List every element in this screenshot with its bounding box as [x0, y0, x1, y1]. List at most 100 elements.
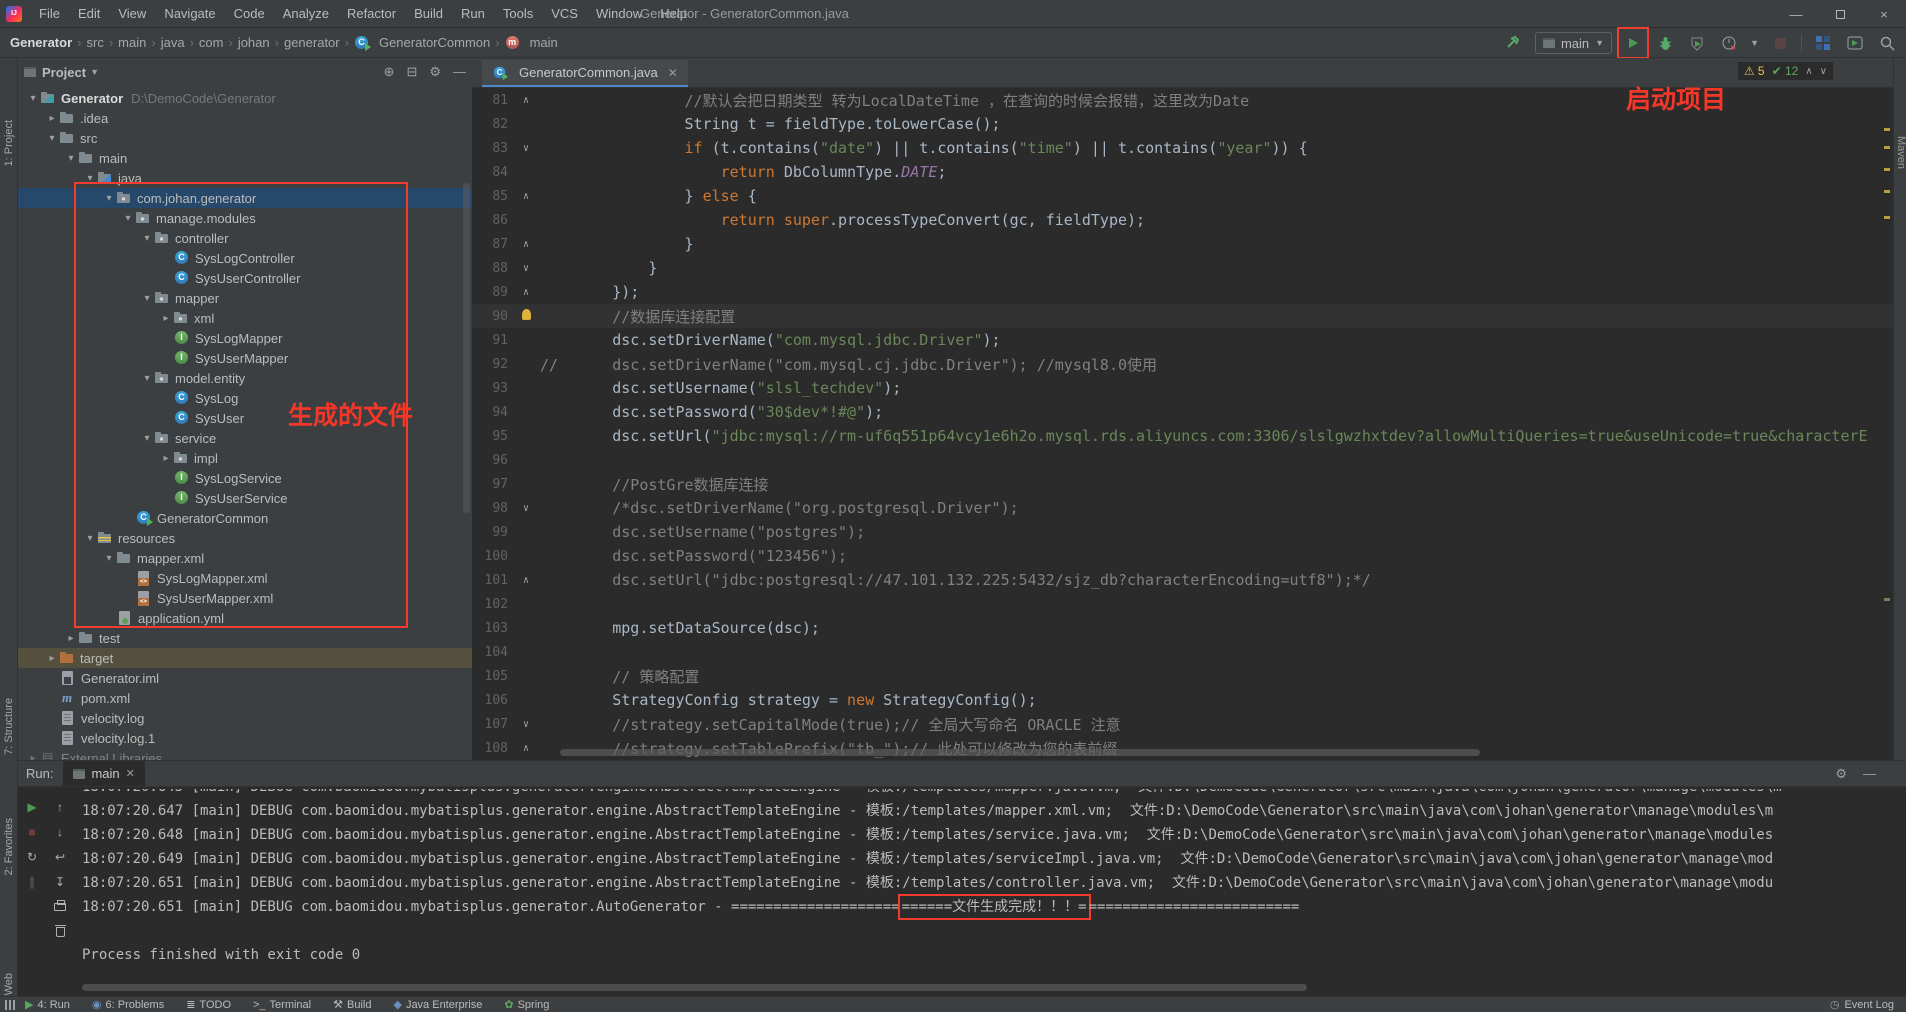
- code-text[interactable]: dsc.setDriverName("com.mysql.jdbc.Driver…: [540, 331, 1893, 349]
- tree-item-sysusermapper-xml[interactable]: SysUserMapper.xml: [18, 588, 472, 608]
- console-settings-gear-icon[interactable]: ⚙: [1835, 766, 1847, 782]
- fold-marker-icon[interactable]: ∧: [512, 287, 540, 298]
- chevron-right-icon[interactable]: ▸: [64, 633, 78, 644]
- chevron-down-icon[interactable]: ▾: [140, 373, 154, 384]
- build-hammer-icon[interactable]: [1503, 32, 1525, 54]
- error-stripe[interactable]: [1883, 98, 1891, 750]
- breadcrumb-java[interactable]: java: [161, 35, 185, 50]
- chevron-down-icon[interactable]: ▾: [64, 153, 78, 164]
- fold-marker-icon[interactable]: ∨: [512, 143, 540, 154]
- menu-refactor[interactable]: Refactor: [338, 0, 405, 28]
- warning-icon[interactable]: ⚠ 5: [1744, 64, 1765, 78]
- tree-item-external-libraries[interactable]: ▸External Libraries: [18, 748, 472, 760]
- tool-window-structure[interactable]: 7: Structure: [0, 698, 18, 755]
- tree-item-syslog[interactable]: SysLog: [18, 388, 472, 408]
- fold-marker-icon[interactable]: ∧: [512, 575, 540, 586]
- code-text[interactable]: dsc.setUsername("postgres");: [540, 523, 1893, 541]
- code-text[interactable]: //strategy.setCapitalMode(true);// 全局大写命…: [540, 714, 1893, 735]
- statusbar-java-enterprise[interactable]: ◆Java Enterprise: [393, 998, 482, 1011]
- debug-bug-icon[interactable]: [1654, 32, 1676, 54]
- statusbar-6-problems[interactable]: ◉6: Problems: [92, 998, 164, 1011]
- tree-item-manage-modules[interactable]: ▾manage.modules: [18, 208, 472, 228]
- down-stack-icon[interactable]: ↓: [52, 824, 68, 840]
- minimize-icon[interactable]: —: [1774, 0, 1818, 28]
- menu-analyze[interactable]: Analyze: [274, 0, 338, 28]
- chevron-down-icon[interactable]: ▾: [83, 533, 97, 544]
- tree-item-syslogcontroller[interactable]: SysLogController: [18, 248, 472, 268]
- intention-bulb-icon[interactable]: [512, 309, 540, 323]
- breadcrumb-main[interactable]: main: [118, 35, 146, 50]
- fold-marker-icon[interactable]: ∨: [512, 263, 540, 274]
- tree-item-xml[interactable]: ▸xml: [18, 308, 472, 328]
- next-problem-icon[interactable]: ∨: [1820, 66, 1827, 77]
- chevron-right-icon[interactable]: ▸: [159, 453, 173, 464]
- tab-generatorcommon[interactable]: GeneratorCommon.java ✕: [482, 60, 688, 87]
- chevron-down-icon[interactable]: ▾: [121, 213, 135, 224]
- code-text[interactable]: StrategyConfig strategy = new StrategyCo…: [540, 691, 1893, 709]
- restart-icon[interactable]: ↻: [24, 849, 40, 865]
- run-button[interactable]: [1622, 32, 1644, 54]
- up-stack-icon[interactable]: ↑: [52, 799, 68, 815]
- menu-run[interactable]: Run: [452, 0, 494, 28]
- fold-marker-icon[interactable]: ∧: [512, 191, 540, 202]
- tree-item-velocity-log[interactable]: velocity.log: [18, 708, 472, 728]
- console-hide-icon[interactable]: —: [1863, 766, 1876, 782]
- tree-item-sysuser[interactable]: SysUser: [18, 408, 472, 428]
- chevron-down-icon[interactable]: ▾: [102, 193, 116, 204]
- tab-close-icon[interactable]: ✕: [668, 66, 678, 80]
- tree-item-service[interactable]: ▾service: [18, 428, 472, 448]
- tree-item-mapper-xml[interactable]: ▾mapper.xml: [18, 548, 472, 568]
- menu-code[interactable]: Code: [225, 0, 274, 28]
- tool-window-maven[interactable]: Maven: [1895, 136, 1906, 169]
- tree-item-test[interactable]: ▸test: [18, 628, 472, 648]
- menu-build[interactable]: Build: [405, 0, 452, 28]
- tree-item-model-entity[interactable]: ▾model.entity: [18, 368, 472, 388]
- code-text[interactable]: //数据库连接配置: [540, 306, 1893, 327]
- menu-edit[interactable]: Edit: [69, 0, 109, 28]
- code-text[interactable]: }: [540, 259, 1893, 277]
- chevron-right-icon[interactable]: ▸: [159, 313, 173, 324]
- tree-item-src[interactable]: ▾src: [18, 128, 472, 148]
- code-text[interactable]: String t = fieldType.toLowerCase();: [540, 115, 1893, 133]
- code-text[interactable]: //PostGre数据库连接: [540, 474, 1893, 495]
- tree-item-main[interactable]: ▾main: [18, 148, 472, 168]
- code-text[interactable]: dsc.setUsername("slsl_techdev");: [540, 379, 1893, 397]
- run-anything-icon[interactable]: [1844, 32, 1866, 54]
- statusbar-terminal[interactable]: >_Terminal: [253, 999, 311, 1011]
- tool-switcher-icon[interactable]: [5, 1000, 15, 1010]
- menu-vcs[interactable]: VCS: [542, 0, 587, 28]
- editor-hscrollbar[interactable]: [560, 749, 1480, 756]
- rerun-button[interactable]: ▶: [24, 799, 40, 815]
- passed-icon[interactable]: ✔ 12: [1772, 64, 1799, 78]
- project-panel-title[interactable]: Project: [42, 65, 86, 80]
- coverage-icon[interactable]: [1686, 32, 1708, 54]
- chevron-down-icon[interactable]: ▾: [26, 93, 40, 104]
- tree-item-com-johan-generator[interactable]: ▾com.johan.generator: [18, 188, 472, 208]
- tree-item-mapper[interactable]: ▾mapper: [18, 288, 472, 308]
- print-icon[interactable]: [52, 899, 68, 915]
- code-text[interactable]: dsc.setUrl("jdbc:postgresql://47.101.132…: [540, 571, 1893, 589]
- chevron-down-icon[interactable]: ▾: [102, 553, 116, 564]
- run-config-select[interactable]: main ▼: [1535, 32, 1612, 54]
- prev-problem-icon[interactable]: ∧: [1805, 66, 1812, 77]
- tree-item-sysuserservice[interactable]: SysUserService: [18, 488, 472, 508]
- tool-window-project[interactable]: 1: Project: [0, 120, 18, 166]
- tree-item-controller[interactable]: ▾controller: [18, 228, 472, 248]
- code-text[interactable]: }: [540, 235, 1893, 253]
- locate-icon[interactable]: ⊕: [384, 64, 395, 80]
- tree-item-generatorcommon[interactable]: GeneratorCommon: [18, 508, 472, 528]
- grid-tool-icon[interactable]: [1812, 32, 1834, 54]
- code-text[interactable]: mpg.setDataSource(dsc);: [540, 619, 1893, 637]
- statusbar-4-run[interactable]: ▶4: Run: [25, 998, 70, 1011]
- tree-item-syslogservice[interactable]: SysLogService: [18, 468, 472, 488]
- run-tab-main[interactable]: main ✕: [63, 761, 144, 786]
- event-log[interactable]: Event Log: [1844, 999, 1894, 1011]
- tool-window-favorites[interactable]: 2: Favorites: [0, 818, 18, 875]
- chevron-right-icon[interactable]: ▸: [26, 753, 40, 761]
- code-text[interactable]: });: [540, 283, 1893, 301]
- chevron-down-icon[interactable]: ▾: [83, 173, 97, 184]
- tree-item-sysusercontroller[interactable]: SysUserController: [18, 268, 472, 288]
- tree-item-velocity-log-1[interactable]: velocity.log.1: [18, 728, 472, 748]
- breadcrumb-main[interactable]: main: [505, 35, 558, 51]
- profiler-chevron-icon[interactable]: ▼: [1750, 38, 1759, 48]
